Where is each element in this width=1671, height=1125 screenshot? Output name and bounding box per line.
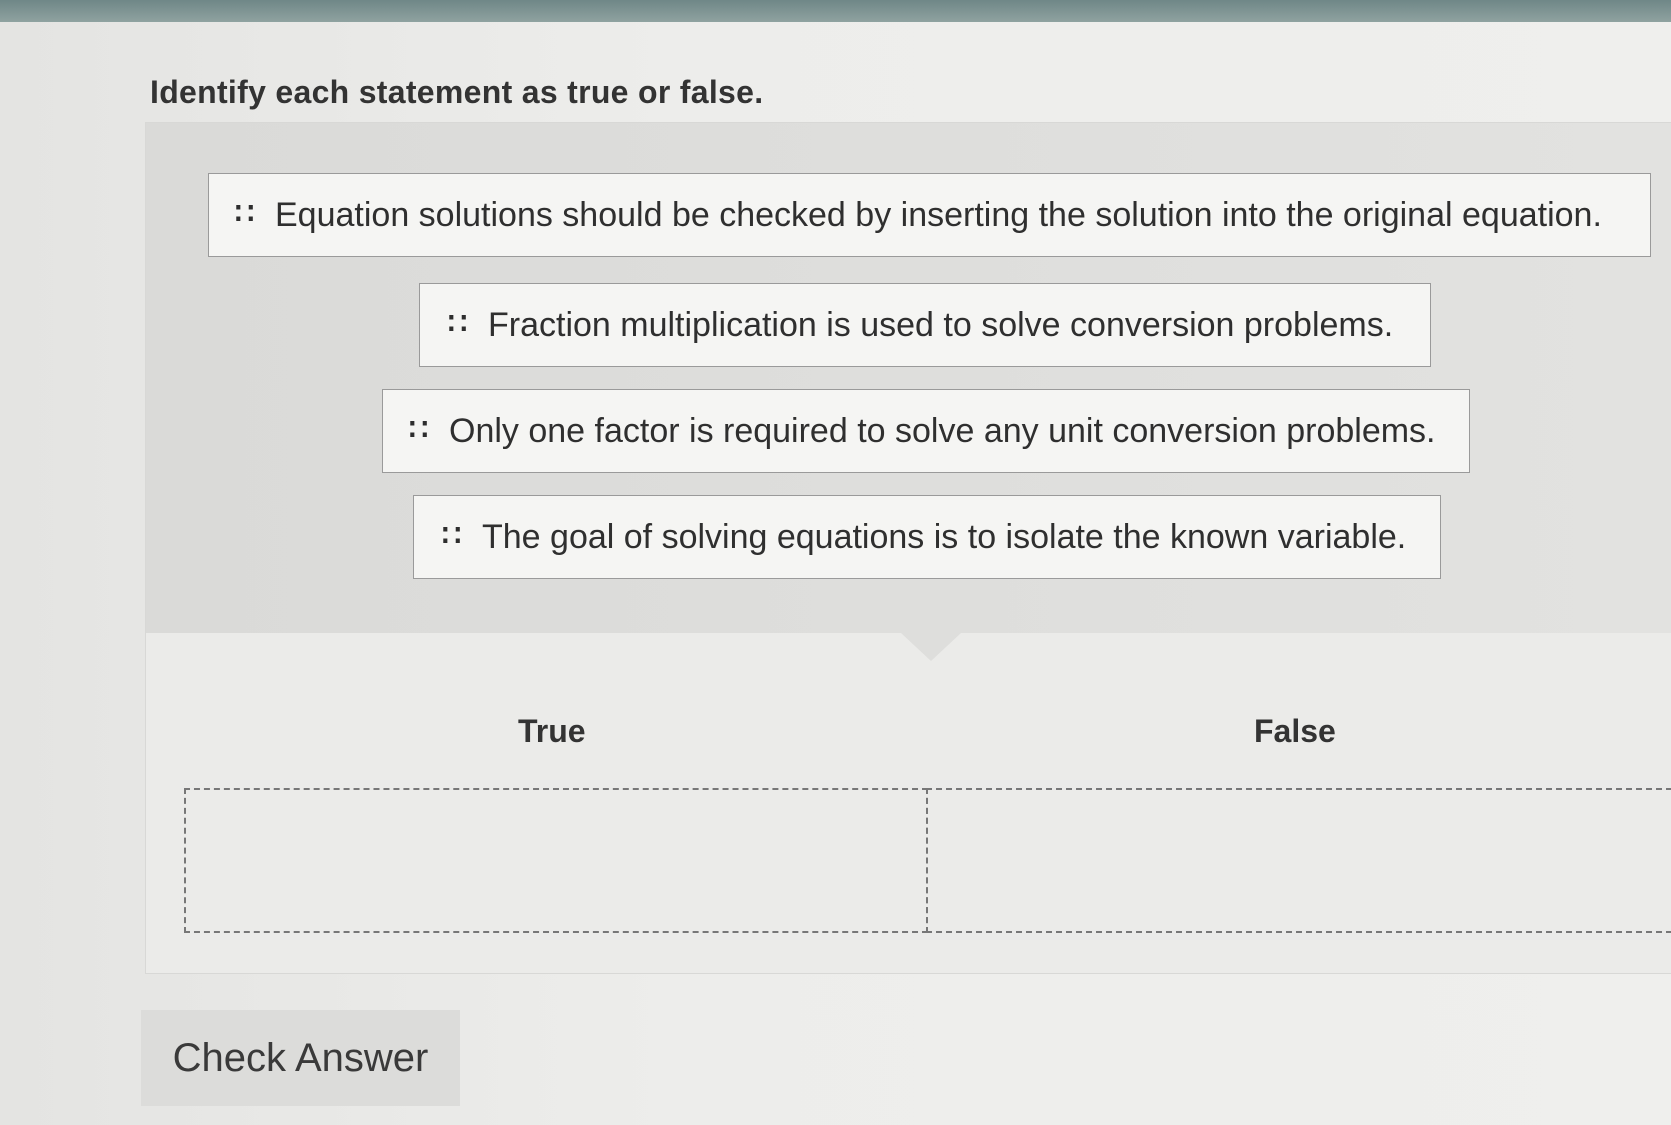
drag-handle-icon[interactable]: ∷ <box>442 522 462 552</box>
drag-handle-icon[interactable]: ∷ <box>448 310 468 340</box>
top-bar <box>0 0 1671 22</box>
instruction-text: Identify each statement as true or false… <box>150 74 764 110</box>
statement-text: Only one factor is required to solve any… <box>449 411 1436 450</box>
drag-handle-icon[interactable]: ∷ <box>409 416 429 446</box>
false-drop-zone[interactable] <box>926 788 1671 933</box>
question-page: Identify each statement as true or false… <box>0 22 1671 1125</box>
statement-bank: ∷ Equation solutions should be checked b… <box>146 123 1671 633</box>
statement-card[interactable]: ∷ Equation solutions should be checked b… <box>208 173 1651 257</box>
statement-card[interactable]: ∷ The goal of solving equations is to is… <box>413 495 1441 579</box>
statement-text: The goal of solving equations is to isol… <box>482 517 1407 556</box>
statement-card[interactable]: ∷ Only one factor is required to solve a… <box>382 389 1470 473</box>
check-answer-button[interactable]: Check Answer <box>141 1010 460 1106</box>
sorting-panel: ∷ Equation solutions should be checked b… <box>145 122 1671 974</box>
statement-text: Fraction multiplication is used to solve… <box>488 305 1394 344</box>
true-drop-zone[interactable] <box>184 788 928 933</box>
statement-card[interactable]: ∷ Fraction multiplication is used to sol… <box>419 283 1431 367</box>
false-column-label: False <box>1254 713 1336 749</box>
true-column-label: True <box>518 713 586 749</box>
statement-text: Equation solutions should be checked by … <box>275 195 1602 234</box>
drag-handle-icon[interactable]: ∷ <box>235 200 255 230</box>
bank-pointer <box>901 633 961 661</box>
